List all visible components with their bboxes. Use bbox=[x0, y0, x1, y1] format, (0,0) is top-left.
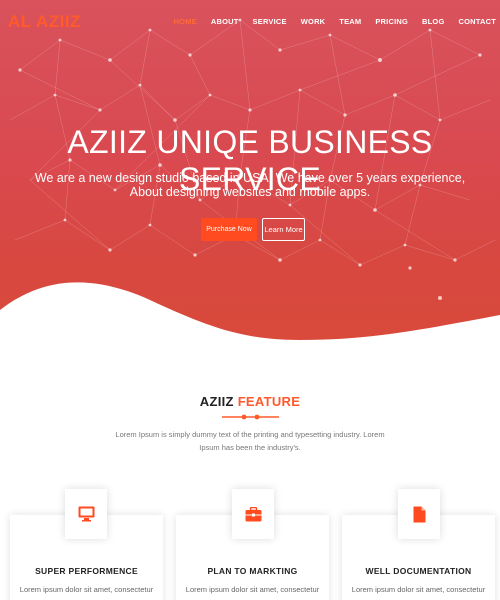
hero-subtitle-line-1: We are a new design studio based in USA.… bbox=[34, 171, 466, 185]
nav-item-about[interactable]: ABOUT bbox=[211, 17, 239, 26]
feature-card-text: Lorem ipsum dolor sit amet, consectetur bbox=[351, 585, 486, 594]
nav-item-team[interactable]: TEAM bbox=[339, 17, 361, 26]
title-divider bbox=[222, 414, 279, 420]
main-nav: HOME ABOUT SERVICE WORK TEAM PRICING BLO… bbox=[160, 17, 496, 26]
document-icon bbox=[413, 506, 425, 522]
hero-section: AL AZIIZ HOME ABOUT SERVICE WORK TEAM PR… bbox=[0, 0, 500, 360]
feature-title-main: AZIIZ bbox=[199, 394, 234, 409]
hero-wave bbox=[0, 282, 500, 360]
nav-item-contact[interactable]: CONTACT bbox=[458, 17, 496, 26]
feature-section-title: AZIIZ FEATURE bbox=[0, 394, 500, 409]
briefcase-icon bbox=[245, 506, 261, 521]
feature-card-title: SUPER PERFORMENCE bbox=[35, 566, 138, 576]
feature-card-title: WELL DOCUMENTATION bbox=[365, 566, 472, 576]
site-logo[interactable]: AL AZIIZ bbox=[8, 12, 81, 32]
nav-item-pricing[interactable]: PRICING bbox=[375, 17, 408, 26]
feature-card-icon-box bbox=[398, 489, 440, 539]
feature-card-text: Lorem ipsum dolor sit amet, consectetur bbox=[19, 585, 154, 594]
feature-card-icon-box bbox=[232, 489, 274, 539]
monitor-icon bbox=[78, 506, 94, 522]
feature-description: Lorem Ipsum is simply dummy text of the … bbox=[110, 429, 390, 454]
learn-more-button[interactable]: Learn More bbox=[262, 218, 305, 241]
nav-item-work[interactable]: WORK bbox=[301, 17, 326, 26]
feature-card-icon-box bbox=[65, 489, 107, 539]
hero-subtitle-line-2: About designing websites and mobile apps… bbox=[129, 185, 371, 199]
purchase-now-button[interactable]: Purchase Now bbox=[201, 218, 257, 241]
feature-card-title: PLAN TO MARKTING bbox=[207, 566, 298, 576]
feature-description-line-2: Ipsum has been the industry's. bbox=[199, 442, 301, 452]
nav-item-home[interactable]: HOME bbox=[174, 17, 197, 26]
feature-description-line-1: Lorem Ipsum is simply dummy text of the … bbox=[115, 430, 385, 439]
nav-item-service[interactable]: SERVICE bbox=[253, 17, 287, 26]
feature-title-accent: FEATURE bbox=[237, 394, 301, 409]
feature-card-text: Lorem ipsum dolor sit amet, consectetur bbox=[185, 585, 320, 594]
nav-item-blog[interactable]: BLOG bbox=[422, 17, 444, 26]
hero-subtitle: We are a new design studio based in USA.… bbox=[0, 171, 500, 199]
